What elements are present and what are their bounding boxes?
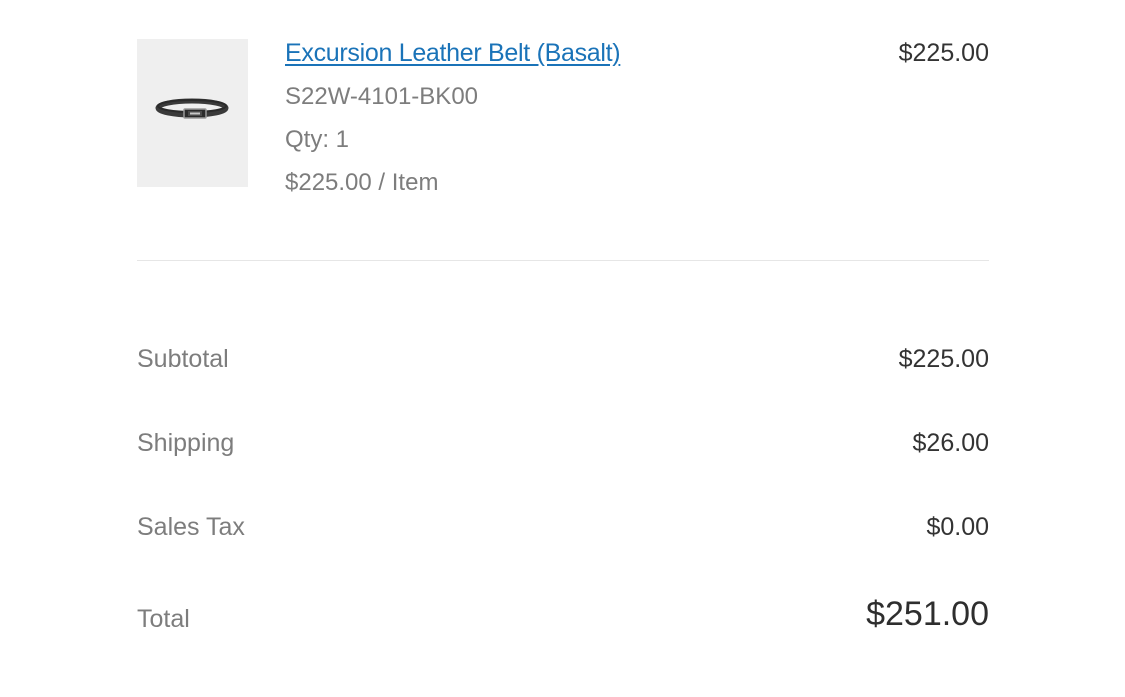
product-name-link[interactable]: Excursion Leather Belt (Basalt)	[285, 38, 621, 68]
shipping-row: Shipping $26.00	[137, 424, 989, 508]
belt-product-image	[155, 98, 229, 119]
subtotal-row: Subtotal $225.00	[137, 340, 989, 424]
subtotal-value: $225.00	[898, 345, 989, 373]
total-label: Total	[137, 605, 190, 633]
total-value: $251.00	[866, 595, 989, 633]
shipping-label: Shipping	[137, 429, 235, 457]
sales-tax-row: Sales Tax $0.00	[137, 508, 989, 592]
order-summary: Subtotal $225.00 Shipping $26.00 Sales T…	[137, 340, 989, 676]
line-item-total: $225.00	[898, 39, 989, 67]
product-details: Excursion Leather Belt (Basalt) S22W-410…	[285, 38, 621, 197]
sales-tax-value: $0.00	[926, 513, 989, 541]
product-sku: S22W-4101-BK00	[285, 83, 479, 110]
total-row: Total $251.00	[137, 592, 989, 676]
shipping-value: $26.00	[912, 429, 989, 457]
product-thumbnail[interactable]	[137, 39, 248, 187]
section-divider	[137, 260, 989, 261]
product-quantity: Qty: 1	[285, 126, 350, 153]
sales-tax-label: Sales Tax	[137, 513, 245, 541]
product-unit-price: $225.00 / Item	[285, 169, 439, 196]
subtotal-label: Subtotal	[137, 345, 229, 373]
order-line-item: Excursion Leather Belt (Basalt) S22W-410…	[137, 38, 989, 196]
